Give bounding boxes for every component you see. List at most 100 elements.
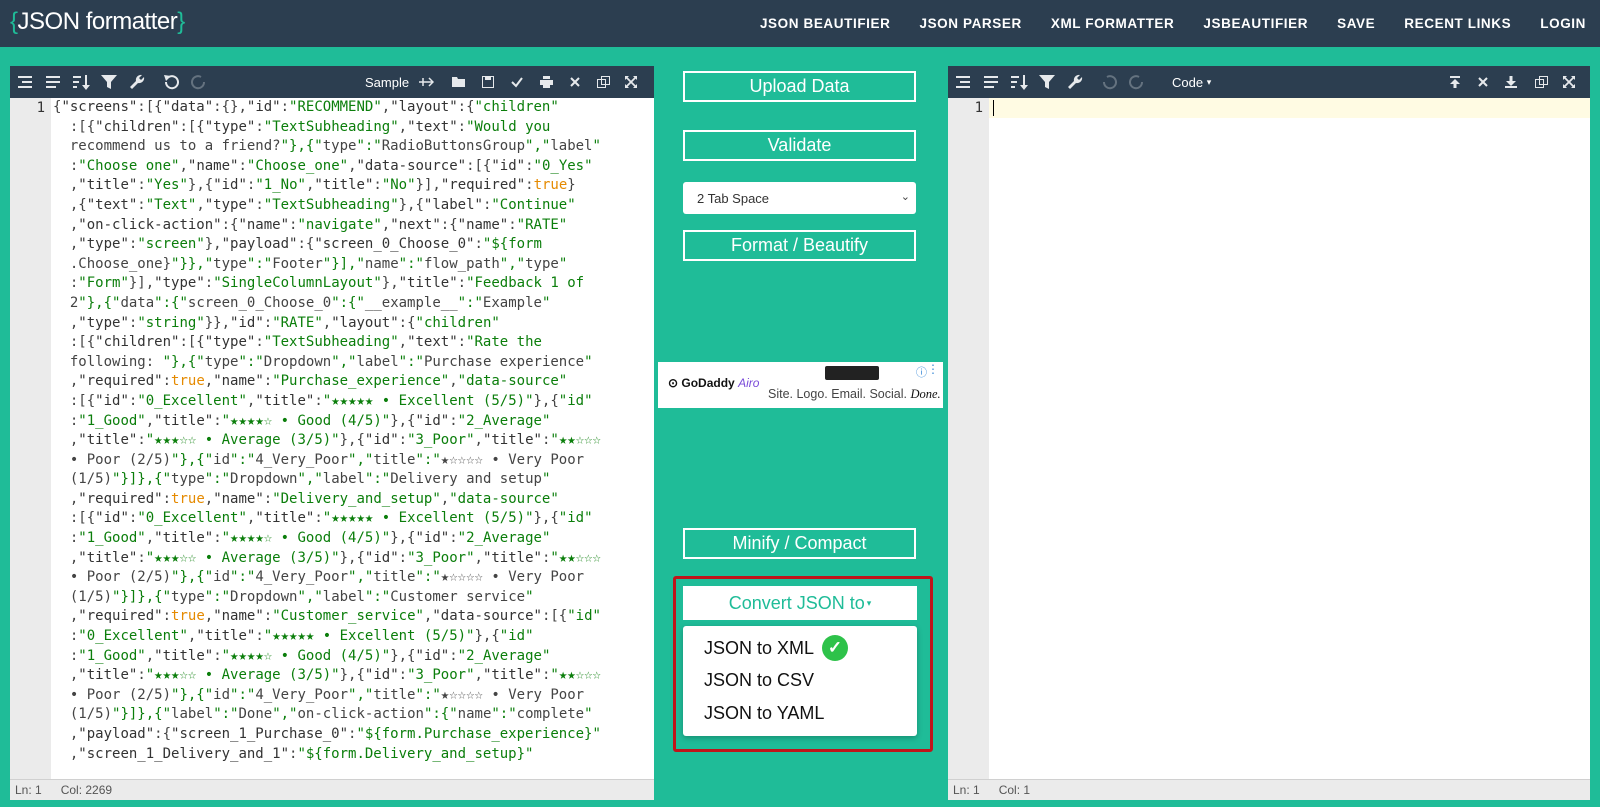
logo-close-brace: }: [177, 8, 185, 35]
print-icon[interactable]: [535, 66, 557, 98]
code-line: ,"title":"Yes"},{"id":"1_No","title":"No…: [53, 177, 576, 194]
code-mode-select[interactable]: Code ▾: [1172, 66, 1211, 98]
upload-data-button[interactable]: Upload Data: [683, 71, 916, 102]
json-output-area[interactable]: [989, 98, 1590, 780]
text-cursor: [993, 100, 994, 116]
top-navbar: {JSON formatter} JSON BEAUTIFIER JSON PA…: [0, 0, 1600, 47]
ad-menu-icon[interactable]: ⋮: [927, 362, 939, 376]
nav-save[interactable]: SAVE: [1337, 16, 1375, 31]
main-nav: JSON BEAUTIFIER JSON PARSER XML FORMATTE…: [731, 0, 1586, 47]
code-line: 2"},{"data":{"screen_0_Choose_0":{"__exa…: [53, 294, 551, 311]
menu-item-label: JSON to YAML: [704, 703, 825, 723]
nav-login[interactable]: LOGIN: [1540, 16, 1586, 31]
close-icon[interactable]: [1472, 66, 1494, 98]
wrench-icon[interactable]: [126, 66, 148, 98]
nav-xml-formatter[interactable]: XML FORMATTER: [1051, 16, 1175, 31]
cursor-line: Ln: 1: [953, 783, 980, 797]
menu-item-label: JSON to XML: [704, 637, 815, 658]
fullscreen-icon[interactable]: [620, 66, 642, 98]
validate-button[interactable]: Validate: [683, 130, 916, 161]
code-line: ,"screen_1_Delivery_and_1":"${form.Deliv…: [53, 745, 534, 762]
output-status-bar: Ln: 1 Col: 1: [948, 779, 1590, 800]
compact-icon[interactable]: [42, 66, 64, 98]
upload-icon[interactable]: [1444, 66, 1466, 98]
minify-compact-button[interactable]: Minify / Compact: [683, 528, 916, 559]
code-line: (1/5)"}]},{"type":"Dropdown","label":"Cu…: [53, 588, 534, 605]
sort-icon[interactable]: [70, 66, 92, 98]
compact-icon[interactable]: [980, 66, 1002, 98]
nav-json-parser[interactable]: JSON PARSER: [919, 16, 1021, 31]
undo-icon[interactable]: [160, 66, 182, 98]
line-number: 1: [36, 100, 45, 116]
menu-json-to-csv[interactable]: JSON to CSV: [704, 670, 814, 691]
caret-down-icon: ▾: [1206, 76, 1212, 87]
tab-space-select[interactable]: 2 Tab Space ⌄: [683, 182, 916, 214]
ad-info-icon[interactable]: ⓘ: [916, 364, 927, 380]
save-icon[interactable]: [477, 66, 499, 98]
code-line: ,"type":"string"}},"id":"RATE","layout":…: [53, 314, 500, 331]
code-line: • Poor (2/5)"},{"id":"4_Very_Poor","titl…: [53, 686, 585, 703]
code-line: ,"payload":{"screen_1_Purchase_0":"${for…: [53, 726, 601, 742]
redo-icon[interactable]: [1126, 66, 1148, 98]
convert-json-dropdown[interactable]: Convert JSON to ▾: [683, 586, 917, 620]
json-input-area[interactable]: {"screens":[{"data":{},"id":"RECOMMEND",…: [53, 98, 652, 780]
site-logo[interactable]: {JSON formatter}: [10, 8, 185, 36]
format-icon[interactable]: [14, 66, 36, 98]
code-line: ,"title":"★★★☆☆ • Average (3/5)"},{"id":…: [53, 549, 601, 566]
filter-icon[interactable]: [98, 66, 120, 98]
code-line: ,"required":true,"name":"Delivery_and_se…: [53, 490, 559, 507]
code-line: (1/5)"}]},{"type":"Dropdown","label":"De…: [53, 471, 551, 488]
active-line-highlight: [989, 98, 1590, 118]
logo-open-brace: {: [10, 8, 18, 35]
menu-item-label: JSON to CSV: [704, 670, 815, 690]
code-line: (1/5)"}]},{"label":"Done","on-click-acti…: [53, 706, 593, 723]
ad-tagline: Site. Logo. Email. Social. Done.: [768, 387, 941, 402]
menu-json-to-yaml[interactable]: JSON to YAML: [704, 703, 824, 724]
ad-brand-suffix: Airo: [738, 376, 760, 390]
input-line-gutter: 1: [10, 98, 51, 780]
output-editor-toolbar: Code ▾: [948, 66, 1590, 98]
chevron-down-icon: ⌄: [900, 191, 910, 203]
close-icon[interactable]: [564, 66, 586, 98]
output-line-gutter: 1: [948, 98, 989, 780]
code-line: • Poor (2/5)"},{"id":"4_Very_Poor","titl…: [53, 451, 585, 468]
advertisement-banner[interactable]: ⊙ GoDaddy Airo Site. Logo. Email. Social…: [658, 362, 943, 408]
code-line: • Poor (2/5)"},{"id":"4_Very_Poor","titl…: [53, 569, 585, 586]
convert-label: Convert JSON to: [728, 592, 865, 613]
logo-text: JSON formatter: [17, 8, 178, 35]
code-line: :"1_Good","title":"★★★★☆ • Good (4/5)"},…: [53, 530, 551, 547]
ad-app-icons: [825, 366, 879, 380]
fullscreen-icon[interactable]: [1558, 66, 1580, 98]
sample-icon[interactable]: [415, 66, 437, 98]
code-line: :[{"id":"0_Excellent","title":"★★★★★ • E…: [53, 392, 593, 409]
nav-jsbeautifier[interactable]: JSBEAUTIFIER: [1203, 16, 1308, 31]
filter-icon[interactable]: [1036, 66, 1058, 98]
code-line: :[{"children":[{"type":"TextSubheading",…: [53, 118, 551, 135]
sample-button[interactable]: Sample: [365, 66, 409, 98]
undo-icon[interactable]: [1098, 66, 1120, 98]
redo-icon[interactable]: [188, 66, 210, 98]
wrench-icon[interactable]: [1064, 66, 1086, 98]
nav-json-beautifier[interactable]: JSON BEAUTIFIER: [760, 16, 891, 31]
sort-icon[interactable]: [1008, 66, 1030, 98]
code-line: ,"type":"screen"},"payload":{"screen_0_C…: [53, 236, 542, 253]
code-line: :"Form"}],"type":"SingleColumnLayout"},"…: [53, 275, 585, 292]
check-icon[interactable]: [506, 66, 528, 98]
code-line: ,"title":"★★★☆☆ • Average (3/5)"},{"id":…: [53, 667, 601, 684]
copy-icon[interactable]: [592, 66, 614, 98]
check-circle-icon: ✓: [822, 635, 849, 661]
download-icon[interactable]: [1500, 66, 1522, 98]
input-editor-toolbar: Sample: [10, 66, 654, 98]
nav-recent-links[interactable]: RECENT LINKS: [1404, 16, 1511, 31]
ad-tagline-text: Site. Logo. Email. Social.: [768, 387, 907, 401]
cursor-column: Col: 2269: [60, 783, 113, 797]
format-icon[interactable]: [952, 66, 974, 98]
convert-menu: JSON to XML ✓ JSON to CSV JSON to YAML: [683, 626, 917, 736]
line-number: 1: [974, 100, 983, 116]
code-line: ,"title":"★★★☆☆ • Average (3/5)"},{"id":…: [53, 432, 601, 449]
copy-icon[interactable]: [1530, 66, 1552, 98]
code-line: :"1_Good","title":"★★★★☆ • Good (4/5)"},…: [53, 412, 551, 429]
open-folder-icon[interactable]: [448, 66, 470, 98]
format-beautify-button[interactable]: Format / Beautify: [683, 230, 916, 261]
menu-json-to-xml[interactable]: JSON to XML ✓: [704, 635, 849, 661]
